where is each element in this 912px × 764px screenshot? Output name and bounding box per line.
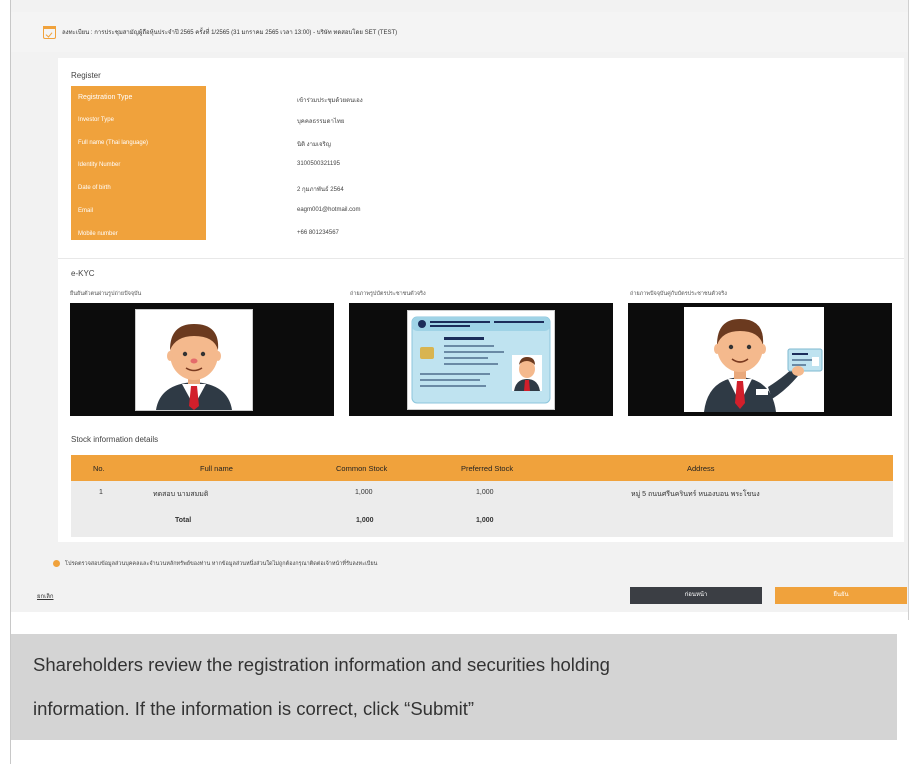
column-header-no: No. (93, 464, 105, 473)
total-common-stock: 1,000 (356, 517, 374, 524)
column-header-address: Address (687, 464, 715, 473)
ekyc-label-face: ยืนยันตัวตนผ่านรูปถ่ายปัจจุบัน (70, 291, 142, 297)
total-label: Total (175, 517, 192, 524)
register-value-identity-number: 3100500321195 (297, 161, 340, 167)
section-divider (58, 258, 904, 259)
face-photo-icon (136, 310, 252, 410)
register-label-investor-type: Investor Type (78, 117, 114, 123)
register-label-identity-number: Identity Number (78, 162, 121, 168)
ekyc-holding-card-image (684, 307, 824, 412)
table-row: 1 ทดสอบ นามสมมติ 1,000 1,000 หมู่ 5 ถนนศ… (71, 481, 893, 505)
column-header-preferred-stock: Preferred Stock (461, 464, 514, 473)
id-card-photo-icon (408, 311, 554, 409)
ekyc-face-panel (70, 303, 334, 416)
cell-address: หมู่ 5 ถนนศรีนครินทร์ หนองบอน พระโขนง (631, 491, 760, 498)
register-label-mobile-number: Mobile number (78, 231, 118, 237)
register-section-title: Register (71, 71, 101, 80)
stock-section-title: Stock information details (71, 435, 159, 444)
ekyc-holding-card-panel (628, 303, 892, 416)
register-value-investor-type: บุคคลธรรมดาไทย (297, 119, 345, 125)
register-label-registration-type: Registration Type (78, 94, 133, 101)
ekyc-section-title: e-KYC (71, 269, 95, 278)
ekyc-id-card-image (407, 310, 555, 410)
register-label-full-name: Full name (Thai language) (78, 140, 149, 146)
calendar-check-icon (43, 26, 56, 39)
frame-border-right (908, 0, 909, 620)
ekyc-label-holding-card: ถ่ายภาพปัจจุบันคู่กับบัตรประชาชนตัวจริง (630, 291, 727, 297)
ekyc-label-id-card: ถ่ายภาพรูปบัตรประชาชนตัวจริง (350, 291, 426, 297)
screenshot-area: ลงทะเบียน : การประชุมสามัญผู้ถือหุ้นประจ… (11, 0, 908, 612)
submit-button[interactable]: ยืนยัน (775, 587, 907, 604)
column-header-common-stock: Common Stock (336, 464, 388, 473)
register-value-full-name: นิติ งามเจริญ (297, 142, 331, 148)
register-label-date-of-birth: Date of birth (78, 185, 111, 191)
cancel-link[interactable]: ยกเลิก (37, 591, 54, 601)
register-value-email: eagm001@hotmail.com (297, 207, 361, 213)
cell-common-stock: 1,000 (355, 489, 373, 496)
cell-preferred-stock: 1,000 (476, 489, 494, 496)
ekyc-id-card-panel (349, 303, 613, 416)
cell-no: 1 (99, 489, 103, 496)
stock-table-header: No. Full name Common Stock Preferred Sto… (71, 455, 893, 481)
info-icon (53, 560, 60, 567)
register-value-mobile-number: +66 801234567 (297, 230, 339, 236)
column-header-full-name: Full name (200, 464, 233, 473)
page-title: ลงทะเบียน : การประชุมสามัญผู้ถือหุ้นประจ… (62, 30, 398, 36)
person-holding-card-icon (684, 307, 824, 412)
caption-line-1: Shareholders review the registration inf… (33, 654, 610, 675)
register-value-registration-type: เข้าร่วมประชุมด้วยตนเอง (297, 98, 363, 104)
registration-card: Register Registration Type เข้าร่วมประชุ… (58, 58, 904, 542)
register-value-date-of-birth: 2 กุมภาพันธ์ 2564 (297, 187, 344, 193)
caption-line-2: information. If the information is corre… (33, 698, 475, 719)
verification-note: โปรดตรวจสอบข้อมูลส่วนบุคคลและจำนวนหลักทร… (65, 561, 378, 567)
cell-full-name: ทดสอบ นามสมมติ (153, 491, 209, 498)
ekyc-face-image (135, 309, 253, 411)
table-total-row: Total 1,000 1,000 (71, 505, 893, 537)
total-preferred-stock: 1,000 (476, 517, 494, 524)
caption-box: Shareholders review the registration inf… (11, 634, 897, 740)
register-label-email: Email (78, 208, 94, 214)
back-button[interactable]: ก่อนหน้า (630, 587, 762, 604)
